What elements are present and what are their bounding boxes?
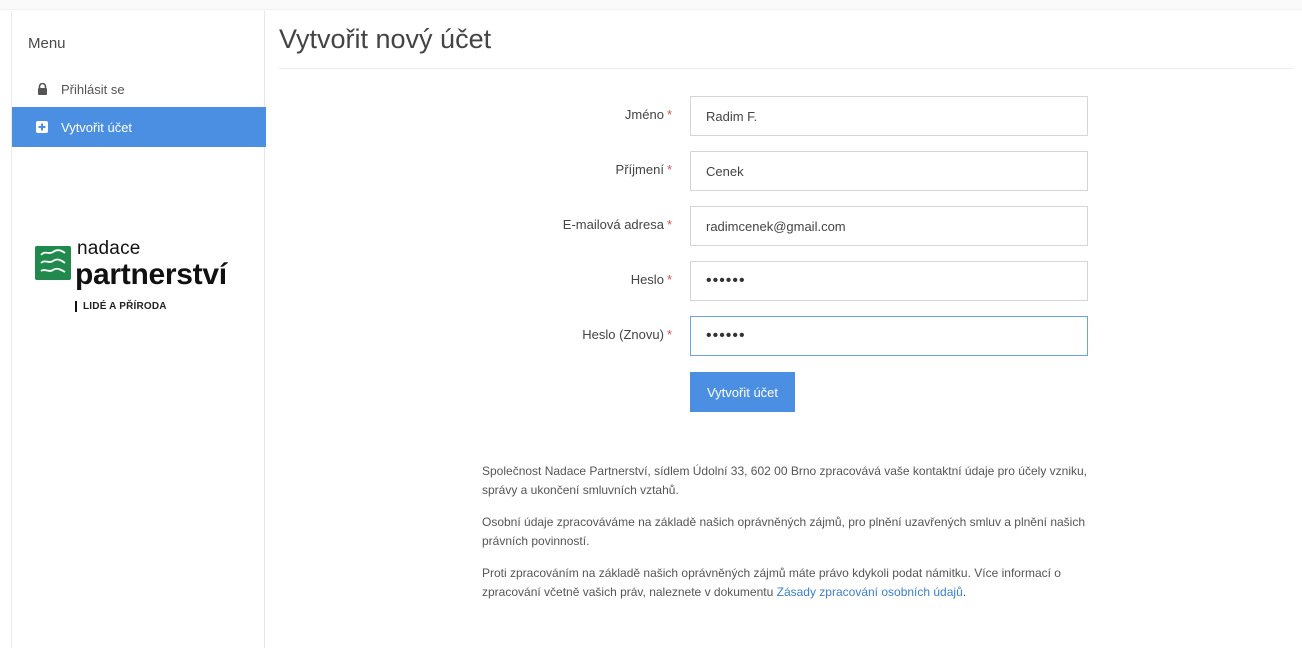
logo: nadace partnerství LIDÉ A PŘÍRODA bbox=[35, 236, 255, 316]
first-name-label: Jméno * bbox=[624, 107, 672, 122]
required-mark: * bbox=[666, 217, 672, 232]
sidebar-item-label: Přihlásit se bbox=[61, 81, 125, 97]
privacy-notice-paragraph-3: Proti zpracováním na základě našich oprá… bbox=[482, 566, 1061, 599]
sidebar-item-create-account[interactable]: Vytvořit účet bbox=[12, 107, 266, 147]
password-confirm-input[interactable]: •••••• bbox=[690, 316, 1088, 356]
email-input[interactable]: radimcenek@gmail.com bbox=[690, 206, 1088, 246]
form-row-last-name: Příjmení * Cenek bbox=[420, 151, 1090, 191]
form-row-first-name: Jméno * Radim F. bbox=[420, 96, 1090, 136]
form-row-password-confirm: Heslo (Znovu) * •••••• bbox=[420, 316, 1090, 356]
title-divider bbox=[279, 68, 1293, 69]
page-title: Vytvořit nový účet bbox=[279, 24, 492, 54]
page: Menu Přihlásit se Vytvořit účet nadace p… bbox=[0, 0, 1302, 648]
top-bar bbox=[0, 0, 1302, 10]
password-confirm-label: Heslo (Znovu) * bbox=[582, 327, 672, 342]
logo-text-nadace: nadace bbox=[77, 238, 141, 259]
sidebar: Menu Přihlásit se Vytvořit účet nadace p… bbox=[11, 11, 266, 648]
privacy-policy-link[interactable]: Zásady zpracování osobních údajů bbox=[777, 585, 963, 599]
last-name-input[interactable]: Cenek bbox=[690, 151, 1088, 191]
create-account-button[interactable]: Vytvořit účet bbox=[690, 372, 795, 412]
first-name-input[interactable]: Radim F. bbox=[690, 96, 1088, 136]
sidebar-item-label: Vytvořit účet bbox=[61, 119, 133, 135]
form-row-email: E-mailová adresa * radimcenek@gmail.com bbox=[420, 206, 1090, 246]
required-mark: * bbox=[666, 162, 672, 177]
logo-mark-icon bbox=[35, 246, 71, 280]
email-label: E-mailová adresa * bbox=[562, 217, 672, 232]
sidebar-item-login[interactable]: Přihlásit se bbox=[12, 70, 266, 108]
privacy-notice-paragraph-2: Osobní údaje zpracováváme na základě naš… bbox=[482, 515, 1086, 548]
required-mark: * bbox=[666, 327, 672, 342]
required-mark: * bbox=[666, 272, 672, 287]
plus-square-icon bbox=[36, 121, 48, 133]
menu-title: Menu bbox=[28, 35, 66, 52]
logo-text-partnerstvi: partnerství bbox=[75, 258, 227, 291]
logo-tagline: LIDÉ A PŘÍRODA bbox=[75, 301, 167, 312]
password-label: Heslo * bbox=[630, 272, 672, 287]
form-row-password: Heslo * •••••• bbox=[420, 261, 1090, 301]
required-mark: * bbox=[666, 107, 672, 122]
password-input[interactable]: •••••• bbox=[690, 261, 1088, 301]
privacy-notice-paragraph-1: Společnost Nadace Partnerství, sídlem Úd… bbox=[482, 464, 1088, 497]
last-name-label: Příjmení * bbox=[615, 162, 672, 177]
lock-icon bbox=[36, 83, 48, 95]
